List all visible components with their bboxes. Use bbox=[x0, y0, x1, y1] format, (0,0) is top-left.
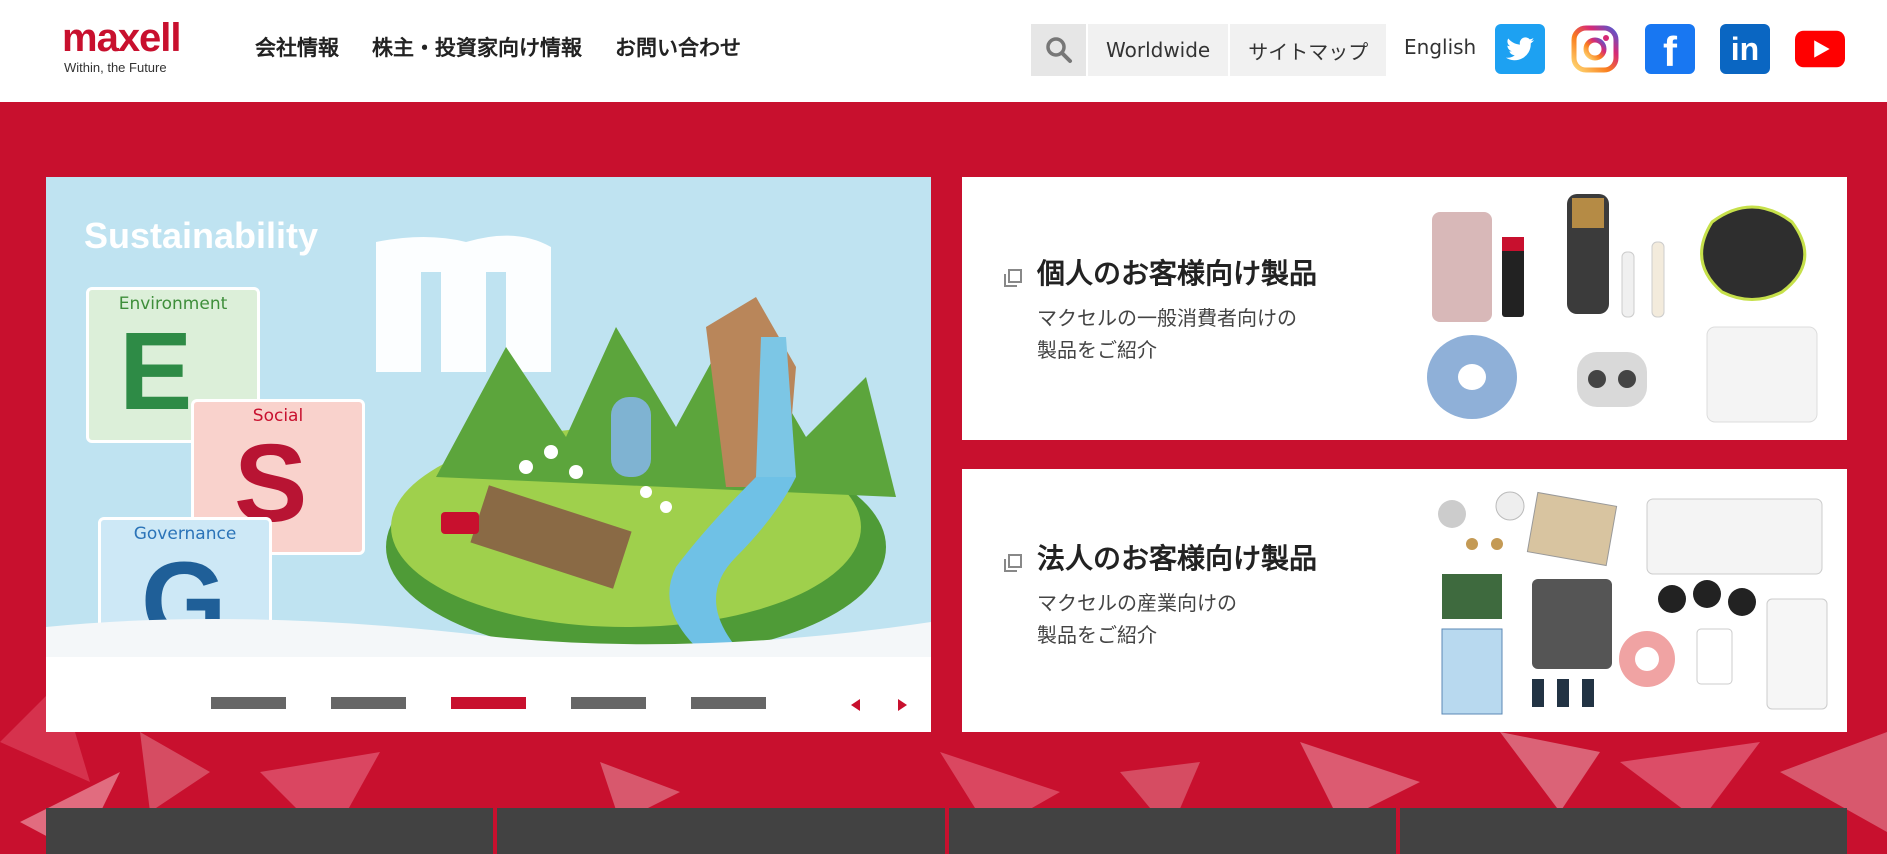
twitter-icon[interactable] bbox=[1495, 24, 1545, 74]
card-title: 個人のお客様向け製品 bbox=[1037, 257, 1318, 290]
slider-dot-4[interactable] bbox=[571, 697, 646, 709]
slider-pagination bbox=[211, 697, 766, 709]
card-description: マクセルの一般消費者向けの 製品をご紹介 bbox=[1037, 306, 1297, 362]
card-description: マクセルの産業向けの 製品をご紹介 bbox=[1037, 591, 1237, 647]
slider-dot-2[interactable] bbox=[331, 697, 406, 709]
maxell-logo[interactable]: maxell Within, the Future bbox=[62, 16, 212, 80]
utility-bar: Worldwide サイトマップ bbox=[1031, 24, 1387, 76]
window-icon bbox=[1004, 269, 1022, 287]
global-nav: 会社情報 株主・投資家向け情報 お問い合わせ bbox=[255, 32, 741, 62]
business-products-card[interactable]: 法人のお客様向け製品 マクセルの産業向けの 製品をご紹介 bbox=[962, 469, 1847, 732]
slider-dot-1[interactable] bbox=[211, 697, 286, 709]
slider-dot-5[interactable] bbox=[691, 697, 766, 709]
ground-wave bbox=[46, 619, 931, 657]
consumer-product-images bbox=[1427, 194, 1818, 423]
consumer-products-card[interactable]: 個人のお客様向け製品 マクセルの一般消費者向けの 製品をご紹介 bbox=[962, 177, 1847, 440]
slider-next-icon[interactable] bbox=[898, 699, 907, 711]
logo-word: maxell bbox=[62, 16, 182, 60]
linkedin-in-glyph: in bbox=[1730, 30, 1760, 67]
site-header: maxell Within, the Future 会社情報 株主・投資家向け情… bbox=[0, 0, 1887, 102]
bottom-tab-4[interactable] bbox=[1399, 808, 1847, 854]
window-icon bbox=[1004, 554, 1022, 572]
worldwide-button[interactable]: Worldwide bbox=[1086, 24, 1229, 76]
youtube-glyph bbox=[1795, 30, 1845, 68]
hero-area: Sustainability Environment E Social S Go… bbox=[0, 102, 1887, 854]
nav-company-info[interactable]: 会社情報 bbox=[255, 32, 339, 62]
search-icon bbox=[1045, 37, 1072, 63]
slide-sustainability[interactable]: Sustainability Environment E Social S Go… bbox=[46, 177, 931, 657]
facebook-icon[interactable]: f bbox=[1645, 24, 1695, 75]
instagram-glyph bbox=[1571, 25, 1619, 73]
bottom-tab-2[interactable] bbox=[497, 808, 945, 854]
linkedin-icon[interactable]: in bbox=[1720, 24, 1770, 74]
nav-investor-info[interactable]: 株主・投資家向け情報 bbox=[372, 32, 582, 62]
instagram-icon[interactable] bbox=[1570, 24, 1620, 74]
hero-slider[interactable]: Sustainability Environment E Social S Go… bbox=[46, 177, 931, 732]
english-link[interactable]: English bbox=[1404, 35, 1476, 59]
search-button[interactable] bbox=[1031, 24, 1086, 76]
slide-title: Sustainability bbox=[84, 215, 319, 256]
facebook-f-glyph: f bbox=[1663, 28, 1677, 75]
environment-letter: E bbox=[119, 310, 193, 433]
sitemap-button[interactable]: サイトマップ bbox=[1228, 24, 1387, 76]
bottom-tab-3[interactable] bbox=[948, 808, 1396, 854]
bottom-tab-1[interactable] bbox=[46, 808, 494, 854]
logo-tagline: Within, the Future bbox=[64, 60, 167, 75]
youtube-icon[interactable] bbox=[1795, 24, 1845, 74]
twitter-bird-glyph bbox=[1505, 37, 1535, 61]
business-product-images bbox=[1438, 491, 1828, 715]
nav-contact[interactable]: お問い合わせ bbox=[615, 32, 741, 62]
slider-dot-3[interactable] bbox=[451, 697, 526, 709]
slider-prev-icon[interactable] bbox=[851, 699, 860, 711]
bottom-tabs bbox=[46, 808, 1847, 854]
card-title: 法人のお客様向け製品 bbox=[1037, 542, 1318, 575]
